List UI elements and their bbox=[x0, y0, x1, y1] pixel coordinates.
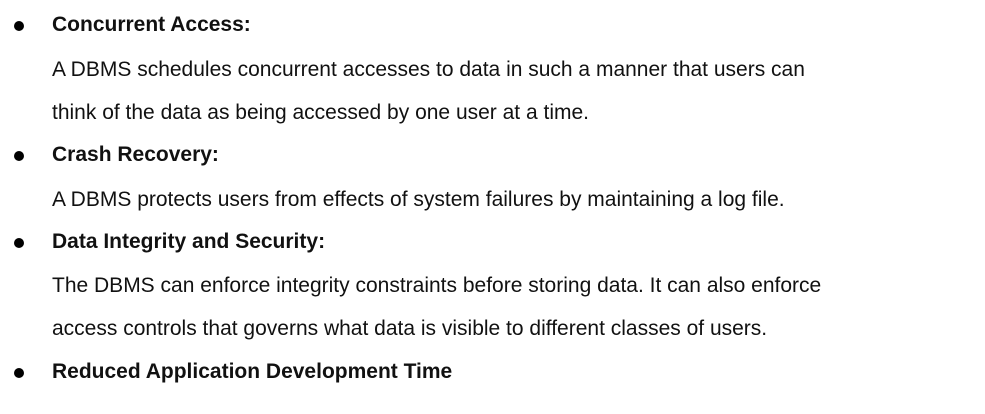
list-item-description: A DBMS protects users from effects of sy… bbox=[52, 178, 967, 221]
description-line: A DBMS protects users from effects of sy… bbox=[52, 188, 785, 211]
description-line: The DBMS can enforce integrity constrain… bbox=[52, 274, 822, 297]
list-item-heading: Crash Recovery: bbox=[52, 143, 219, 166]
document-page: Concurrent Access: A DBMS schedules conc… bbox=[0, 0, 985, 414]
bullet-icon bbox=[14, 151, 24, 161]
list-item-description: A DBMS schedules concurrent accesses to … bbox=[52, 48, 967, 134]
list-item-heading: Reduced Application Development Time bbox=[52, 360, 453, 383]
bullet-icon bbox=[14, 368, 24, 378]
description-line: think of the data as being accessed by o… bbox=[52, 101, 589, 124]
bullet-icon bbox=[14, 21, 24, 31]
description-line: access controls that governs what data i… bbox=[52, 317, 768, 340]
bullet-icon bbox=[14, 238, 24, 248]
list-item-heading: Concurrent Access: bbox=[52, 13, 251, 36]
list-item-heading: Data Integrity and Security: bbox=[52, 230, 326, 253]
list-item-description: The DBMS can enforce integrity constrain… bbox=[52, 264, 967, 350]
description-line: A DBMS schedules concurrent accesses to … bbox=[52, 58, 805, 81]
